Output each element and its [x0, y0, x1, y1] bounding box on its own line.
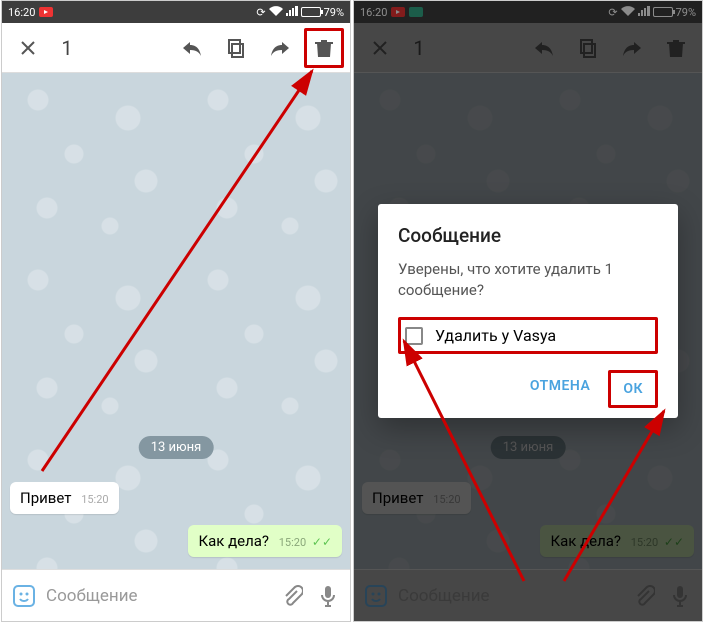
sync-icon: ⟳ [256, 6, 265, 19]
selection-toolbar: 1 [2, 23, 350, 73]
forward-icon[interactable] [260, 28, 300, 68]
copy-icon[interactable] [216, 28, 256, 68]
signal-icon [286, 6, 298, 19]
phone-screen-right: 16:20 ⟳ 79% 1 13 июня Прив [353, 0, 703, 622]
checkbox-label: Удалить у Vasya [435, 326, 556, 345]
attach-icon[interactable] [278, 582, 306, 610]
reply-icon[interactable] [172, 28, 212, 68]
dialog-body: Уверены, что хотите удалить 1 сообщение? [398, 259, 658, 301]
ok-button[interactable]: ОК [608, 370, 658, 408]
message-text: Привет [20, 489, 71, 507]
dialog-title: Сообщение [398, 224, 658, 247]
battery-percent: 79% [324, 6, 344, 19]
message-incoming[interactable]: Привет 15:20 [10, 482, 119, 514]
notification-icon [39, 7, 53, 17]
message-time: 15:20 [279, 536, 306, 549]
status-bar: 16:20 ⟳ 79% [2, 1, 350, 23]
wifi-icon [269, 6, 283, 19]
delete-dialog: Сообщение Уверены, что хотите удалить 1 … [378, 204, 678, 418]
read-checks-icon: ✓✓ [312, 535, 332, 549]
close-icon[interactable] [8, 28, 48, 68]
phone-screen-left: 16:20 ⟳ 79% 1 [1, 0, 351, 622]
checkbox-icon[interactable] [405, 327, 423, 345]
cancel-button[interactable]: ОТМЕНА [518, 370, 602, 408]
delete-button[interactable] [304, 28, 344, 68]
chat-area[interactable]: 13 июня Привет 15:20 Как дела? 15:20 ✓✓ [2, 73, 350, 569]
status-time: 16:20 [8, 6, 35, 19]
date-badge: 13 июня [139, 436, 214, 459]
selected-count: 1 [52, 36, 82, 60]
sticker-icon[interactable] [10, 582, 38, 610]
modal-overlay[interactable]: Сообщение Уверены, что хотите удалить 1 … [354, 1, 702, 621]
message-text: Как дела? [198, 532, 269, 550]
battery-icon [301, 7, 321, 17]
message-time: 15:20 [81, 493, 108, 506]
message-input[interactable]: Сообщение [46, 586, 270, 606]
input-bar: Сообщение [2, 569, 350, 621]
mic-icon[interactable] [314, 582, 342, 610]
message-outgoing[interactable]: Как дела? 15:20 ✓✓ [188, 525, 342, 557]
delete-for-other-checkbox[interactable]: Удалить у Vasya [398, 317, 658, 354]
